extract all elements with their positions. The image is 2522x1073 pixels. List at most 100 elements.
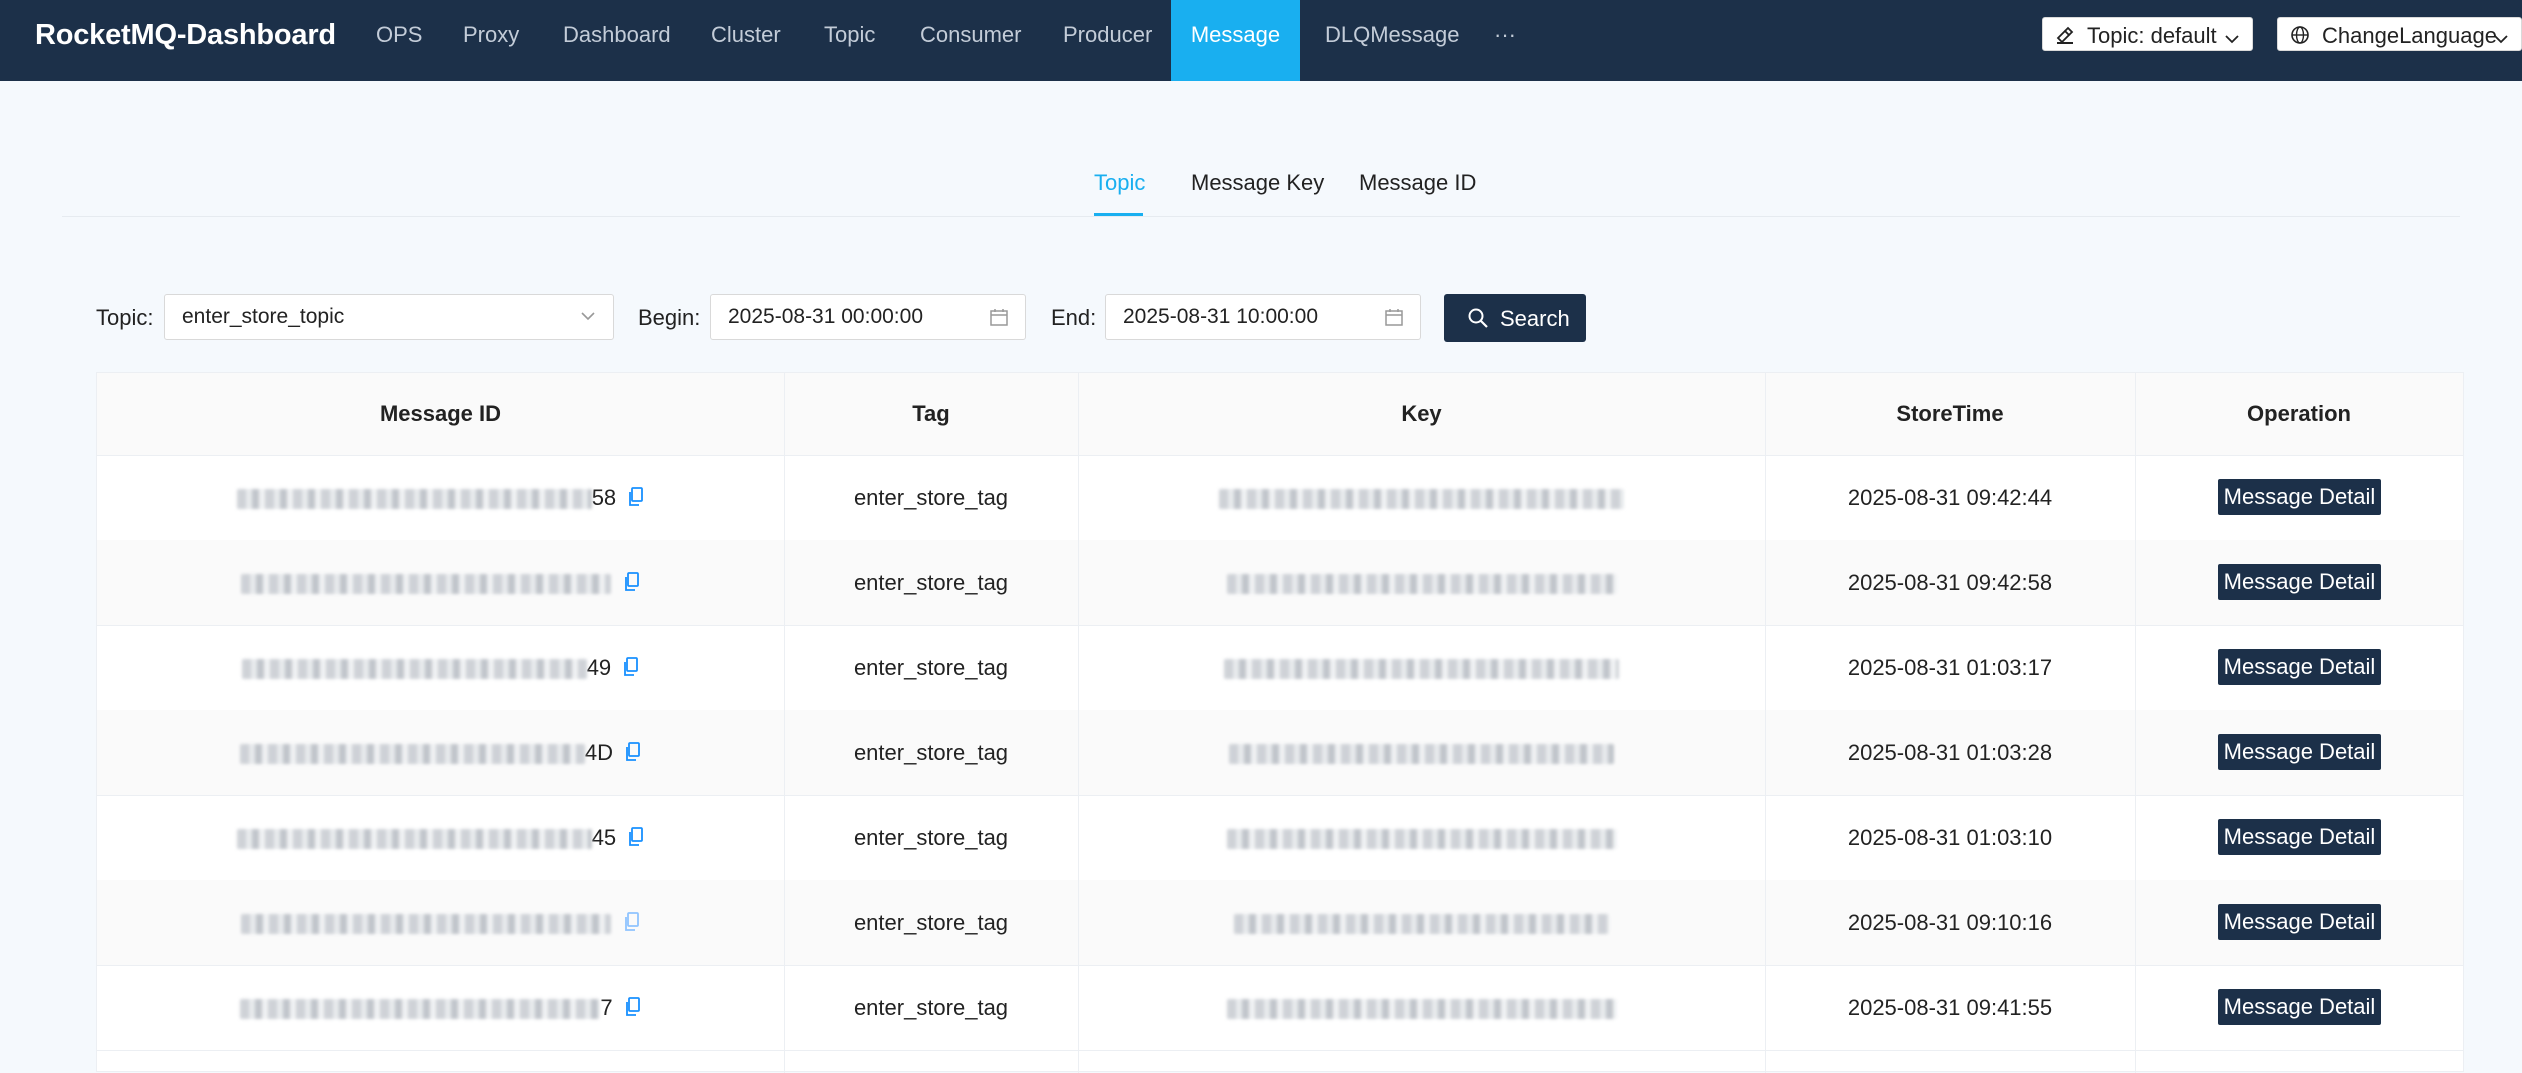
- search-button[interactable]: Search: [1444, 294, 1586, 342]
- message-detail-button[interactable]: Message Detail: [2218, 564, 2381, 600]
- begin-label: Begin:: [638, 305, 701, 330]
- copy-icon[interactable]: [624, 882, 640, 967]
- redacted-message-id: [236, 829, 592, 850]
- tab-topic[interactable]: Topic: [1094, 170, 1145, 196]
- end-datetime-input[interactable]: 2025-08-31 10:00:00: [1105, 294, 1421, 340]
- storetime-cell: 2025-08-31 01:03:28: [1847, 740, 2053, 765]
- redacted-key: [1224, 659, 1619, 680]
- topic-dropdown-value: enter_store_topic: [182, 305, 345, 328]
- message-id-suffix: 4D: [584, 740, 613, 765]
- message-detail-button[interactable]: Message Detail: [2218, 479, 2381, 515]
- nav-dlqmessage[interactable]: DLQMessage: [1325, 0, 1460, 81]
- nav-producer[interactable]: Producer: [1063, 0, 1152, 81]
- column-header-message-id: Message ID: [379, 401, 502, 426]
- storetime-cell: 2025-08-31 09:10:16: [1847, 910, 2053, 935]
- message-id-suffix: 58: [591, 485, 617, 510]
- storetime-cell: 2025-08-31 09:42:44: [1847, 485, 2053, 510]
- nav-more[interactable]: ···: [1494, 0, 1516, 81]
- app-brand: RocketMQ-Dashboard: [35, 19, 336, 51]
- topic-select[interactable]: Topic: default: [2042, 17, 2253, 51]
- message-id-cell: 45: [97, 795, 784, 880]
- storetime-cell: 2025-08-31 01:03:10: [1847, 825, 2053, 850]
- table-row: 7 enter_store_tag 2025-08-31 09:41:55 Me…: [97, 965, 2463, 1051]
- copy-icon[interactable]: [625, 712, 641, 797]
- message-id-suffix: 45: [591, 825, 617, 850]
- column-divider: [784, 373, 785, 1073]
- column-header-storetime: StoreTime: [1896, 401, 2004, 426]
- tabs-divider: [62, 216, 2460, 217]
- message-detail-button[interactable]: Message Detail: [2218, 819, 2381, 855]
- topic-dropdown[interactable]: enter_store_topic: [164, 294, 614, 340]
- redacted-key: [1234, 914, 1609, 935]
- chevron-down-icon: [579, 307, 597, 331]
- storetime-cell: 2025-08-31 09:41:55: [1847, 995, 2053, 1020]
- end-datetime-value: 2025-08-31 10:00:00: [1123, 305, 1318, 328]
- copy-icon[interactable]: [623, 627, 639, 712]
- redacted-key: [1226, 829, 1617, 850]
- tag-cell: enter_store_tag: [853, 485, 1009, 510]
- copy-icon[interactable]: [628, 797, 644, 882]
- tag-cell: enter_store_tag: [853, 825, 1009, 850]
- language-select[interactable]: ChangeLanguage: [2277, 17, 2522, 51]
- copy-icon[interactable]: [628, 457, 644, 542]
- redacted-key: [1229, 744, 1614, 765]
- message-detail-button[interactable]: Message Detail: [2218, 904, 2381, 940]
- nav-topic[interactable]: Topic: [824, 0, 875, 81]
- tab-message-id[interactable]: Message ID: [1359, 170, 1476, 196]
- end-label: End:: [1051, 305, 1097, 330]
- redacted-message-id: [239, 744, 585, 765]
- globe-icon: [2290, 25, 2310, 51]
- message-id-cell: 49: [97, 625, 784, 710]
- nav-message[interactable]: Message: [1171, 0, 1300, 81]
- tag-cell: enter_store_tag: [853, 570, 1009, 595]
- tag-cell: enter_store_tag: [853, 995, 1009, 1020]
- storetime-cell: 2025-08-31 01:03:17: [1847, 655, 2053, 680]
- chevron-down-icon: [2493, 27, 2509, 53]
- table-row: 45 enter_store_tag 2025-08-31 01:03:10 M…: [97, 795, 2463, 881]
- message-id-suffix: 7: [600, 995, 613, 1020]
- key-cell: [1078, 625, 1765, 710]
- nav-ops[interactable]: OPS: [376, 0, 422, 81]
- tag-cell: enter_store_tag: [853, 740, 1009, 765]
- redacted-key: [1219, 489, 1624, 510]
- column-header-tag: Tag: [912, 401, 950, 426]
- redacted-key: [1226, 999, 1617, 1020]
- redacted-message-id: [241, 914, 612, 935]
- message-id-cell: [97, 880, 784, 965]
- copy-icon[interactable]: [625, 967, 641, 1052]
- message-id-cell: 58: [97, 455, 784, 540]
- nav-consumer[interactable]: Consumer: [920, 0, 1021, 81]
- message-table: Message ID Tag Key StoreTime Operation 5…: [96, 372, 2464, 1073]
- format-painter-icon: [2055, 25, 2075, 51]
- copy-icon[interactable]: [624, 542, 640, 627]
- message-detail-button[interactable]: Message Detail: [2218, 734, 2381, 770]
- message-id-cell: 7: [97, 965, 784, 1050]
- topic-label: Topic:: [96, 305, 154, 330]
- nav-cluster[interactable]: Cluster: [711, 0, 781, 81]
- key-cell: [1078, 880, 1765, 965]
- tab-active-indicator: [1094, 213, 1143, 216]
- begin-datetime-input[interactable]: 2025-08-31 00:00:00: [710, 294, 1026, 340]
- key-cell: [1078, 455, 1765, 540]
- message-detail-button[interactable]: Message Detail: [2218, 649, 2381, 685]
- tag-cell: enter_store_tag: [853, 655, 1009, 680]
- table-row: 58 enter_store_tag 2025-08-31 09:42:44 M…: [97, 455, 2463, 541]
- nav-dashboard[interactable]: Dashboard: [563, 0, 671, 81]
- key-cell: [1078, 540, 1765, 625]
- column-divider: [1078, 373, 1079, 1073]
- message-id-cell: [97, 540, 784, 625]
- key-cell: [1078, 795, 1765, 880]
- message-id-cell: 4D: [97, 710, 784, 795]
- tag-cell: enter_store_tag: [853, 910, 1009, 935]
- nav-proxy[interactable]: Proxy: [463, 0, 519, 81]
- tab-message-key[interactable]: Message Key: [1191, 170, 1324, 196]
- redacted-message-id: [236, 489, 592, 510]
- key-cell: [1078, 965, 1765, 1050]
- message-detail-button[interactable]: Message Detail: [2218, 989, 2381, 1025]
- storetime-cell: 2025-08-31 09:42:58: [1847, 570, 2053, 595]
- chevron-down-icon: [2224, 27, 2240, 53]
- search-icon: [1467, 307, 1489, 335]
- column-divider: [2135, 373, 2136, 1073]
- column-header-key: Key: [1401, 401, 1442, 426]
- calendar-icon: [1384, 307, 1404, 333]
